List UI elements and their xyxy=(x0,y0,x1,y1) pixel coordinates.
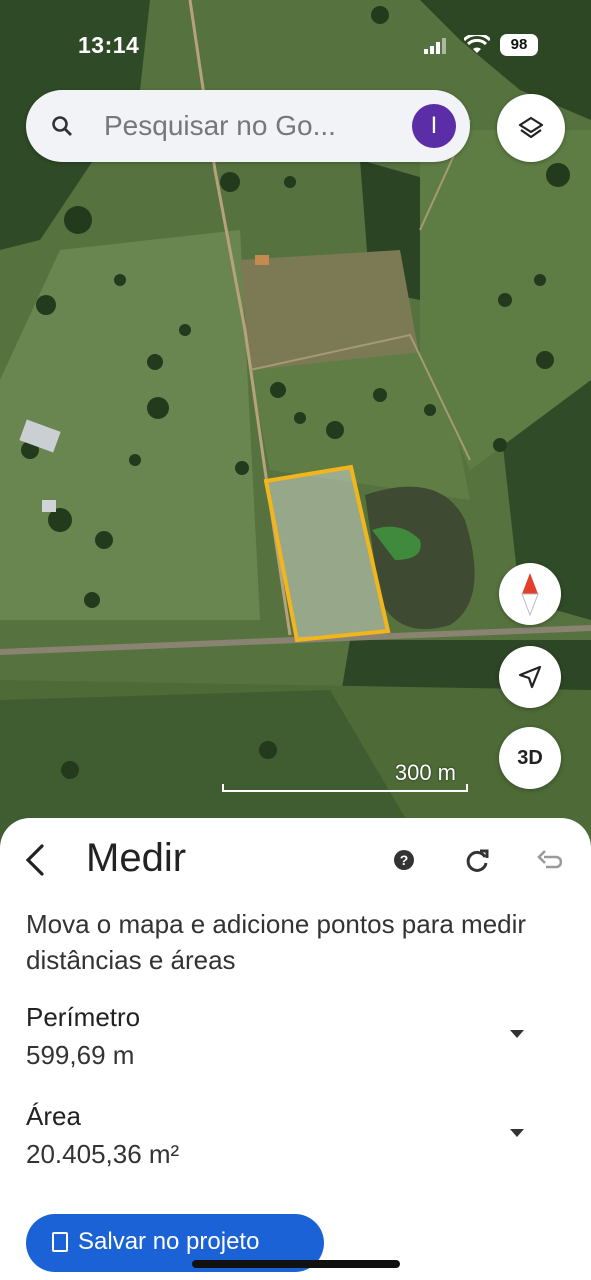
reset-icon[interactable] xyxy=(464,848,490,874)
compass-icon xyxy=(521,573,539,617)
status-bar: 13:14 98 xyxy=(0,30,591,62)
undo-icon[interactable] xyxy=(536,849,562,871)
status-time: 13:14 xyxy=(78,32,140,58)
instructions-text: Mova o mapa e adicione pontos para medir… xyxy=(26,909,527,975)
save-button-label: Salvar no projeto xyxy=(78,1228,260,1255)
my-location-button[interactable] xyxy=(499,646,561,708)
bookmark-icon xyxy=(52,1232,68,1252)
perimeter-unit-dropdown-icon[interactable] xyxy=(510,1030,524,1038)
help-icon[interactable]: ? xyxy=(394,850,414,870)
wifi-icon xyxy=(464,35,490,53)
perimeter-value: 599,69 m xyxy=(26,1040,135,1070)
search-icon xyxy=(52,116,72,136)
area-label: Área xyxy=(26,1101,81,1131)
compass-button[interactable] xyxy=(499,563,561,625)
map-view[interactable]: 13:14 98 Pesquisar no Go... I 3D 300 m xyxy=(0,0,591,860)
3d-label: 3D xyxy=(517,747,543,769)
scale-label: 300 m xyxy=(394,760,456,785)
home-indicator[interactable] xyxy=(192,1260,400,1268)
measure-panel: Medir ? Mova o mapa e adicione pontos pa… xyxy=(0,818,591,1280)
perimeter-label: Perímetro xyxy=(26,1002,141,1032)
area-value: 20.405,36 m² xyxy=(26,1139,180,1169)
navigation-arrow-icon xyxy=(518,665,542,689)
account-avatar[interactable]: I xyxy=(412,104,456,148)
layers-button[interactable] xyxy=(497,94,565,162)
scale-bar xyxy=(222,784,468,792)
map-scale: 300 m xyxy=(222,760,468,794)
battery-indicator: 98 xyxy=(500,34,538,56)
area-unit-dropdown-icon[interactable] xyxy=(510,1129,524,1137)
layers-icon xyxy=(518,116,544,139)
search-bar[interactable]: Pesquisar no Go... I xyxy=(26,90,470,162)
cellular-signal-icon xyxy=(424,38,446,54)
3d-button[interactable]: 3D xyxy=(499,727,561,789)
panel-title: Medir xyxy=(86,836,187,880)
search-placeholder[interactable]: Pesquisar no Go... xyxy=(104,110,336,142)
back-arrow-icon[interactable] xyxy=(22,842,50,878)
